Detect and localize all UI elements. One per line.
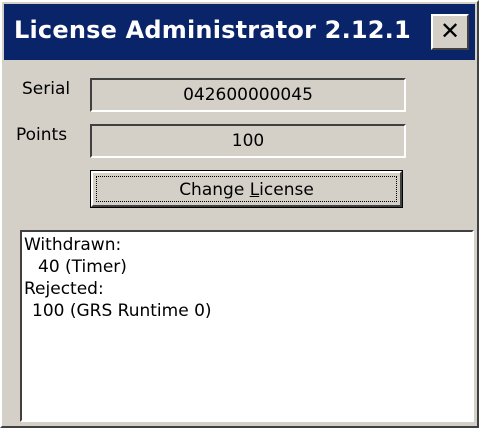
close-button[interactable]: ✕ [431,14,469,50]
points-value: 100 [231,131,265,151]
close-icon: ✕ [439,17,461,45]
serial-field: 042600000045 [90,78,406,112]
serial-value: 042600000045 [183,85,313,105]
window-title: License Administrator 2.12.1 [14,16,411,44]
license-admin-window: License Administrator 2.12.1 ✕ Serial 04… [0,0,479,428]
serial-label: Serial [22,79,71,99]
change-license-button-focus: Change License [96,176,397,202]
log-line-withdrawn-value: 40 (Timer) [38,257,127,277]
log-line-rejected-value: 100 (GRS Runtime 0) [32,301,212,321]
title-bar[interactable]: License Administrator 2.12.1 ✕ [4,4,475,60]
change-license-label-mnemonic: L [249,180,260,200]
change-license-label-before: Change [179,180,250,200]
license-log[interactable]: Withdrawn: 40 (Timer) Rejected: 100 (GRS… [20,230,474,422]
points-label: Points [16,125,68,145]
log-line-withdrawn-header: Withdrawn: [24,235,122,255]
change-license-button[interactable]: Change License [90,170,403,208]
log-line-rejected-header: Rejected: [24,279,104,299]
points-field: 100 [90,124,406,158]
change-license-label-after: icense [259,180,314,200]
